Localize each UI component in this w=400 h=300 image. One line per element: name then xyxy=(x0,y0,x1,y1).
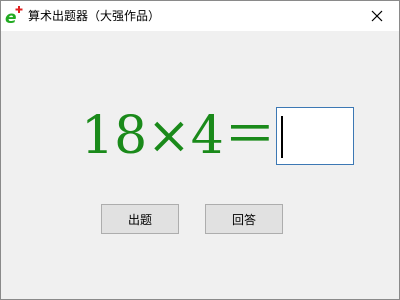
svg-text:e: e xyxy=(5,8,17,26)
close-button[interactable] xyxy=(354,1,399,31)
answer-input[interactable] xyxy=(276,107,354,165)
close-icon xyxy=(371,7,383,26)
equation-text: 18×4＝ xyxy=(81,106,276,166)
window-title: 算术出题器（大强作品） xyxy=(28,9,161,23)
generate-question-button[interactable]: 出题 xyxy=(101,204,179,234)
text-caret xyxy=(281,116,283,158)
title-bar: e 算术出题器（大强作品） xyxy=(1,1,399,31)
answer-button[interactable]: 回答 xyxy=(205,204,283,234)
app-logo-icon: e xyxy=(5,6,25,28)
app-window: e 算术出题器（大强作品） 18×4＝ 出题 回答 xyxy=(0,0,400,300)
